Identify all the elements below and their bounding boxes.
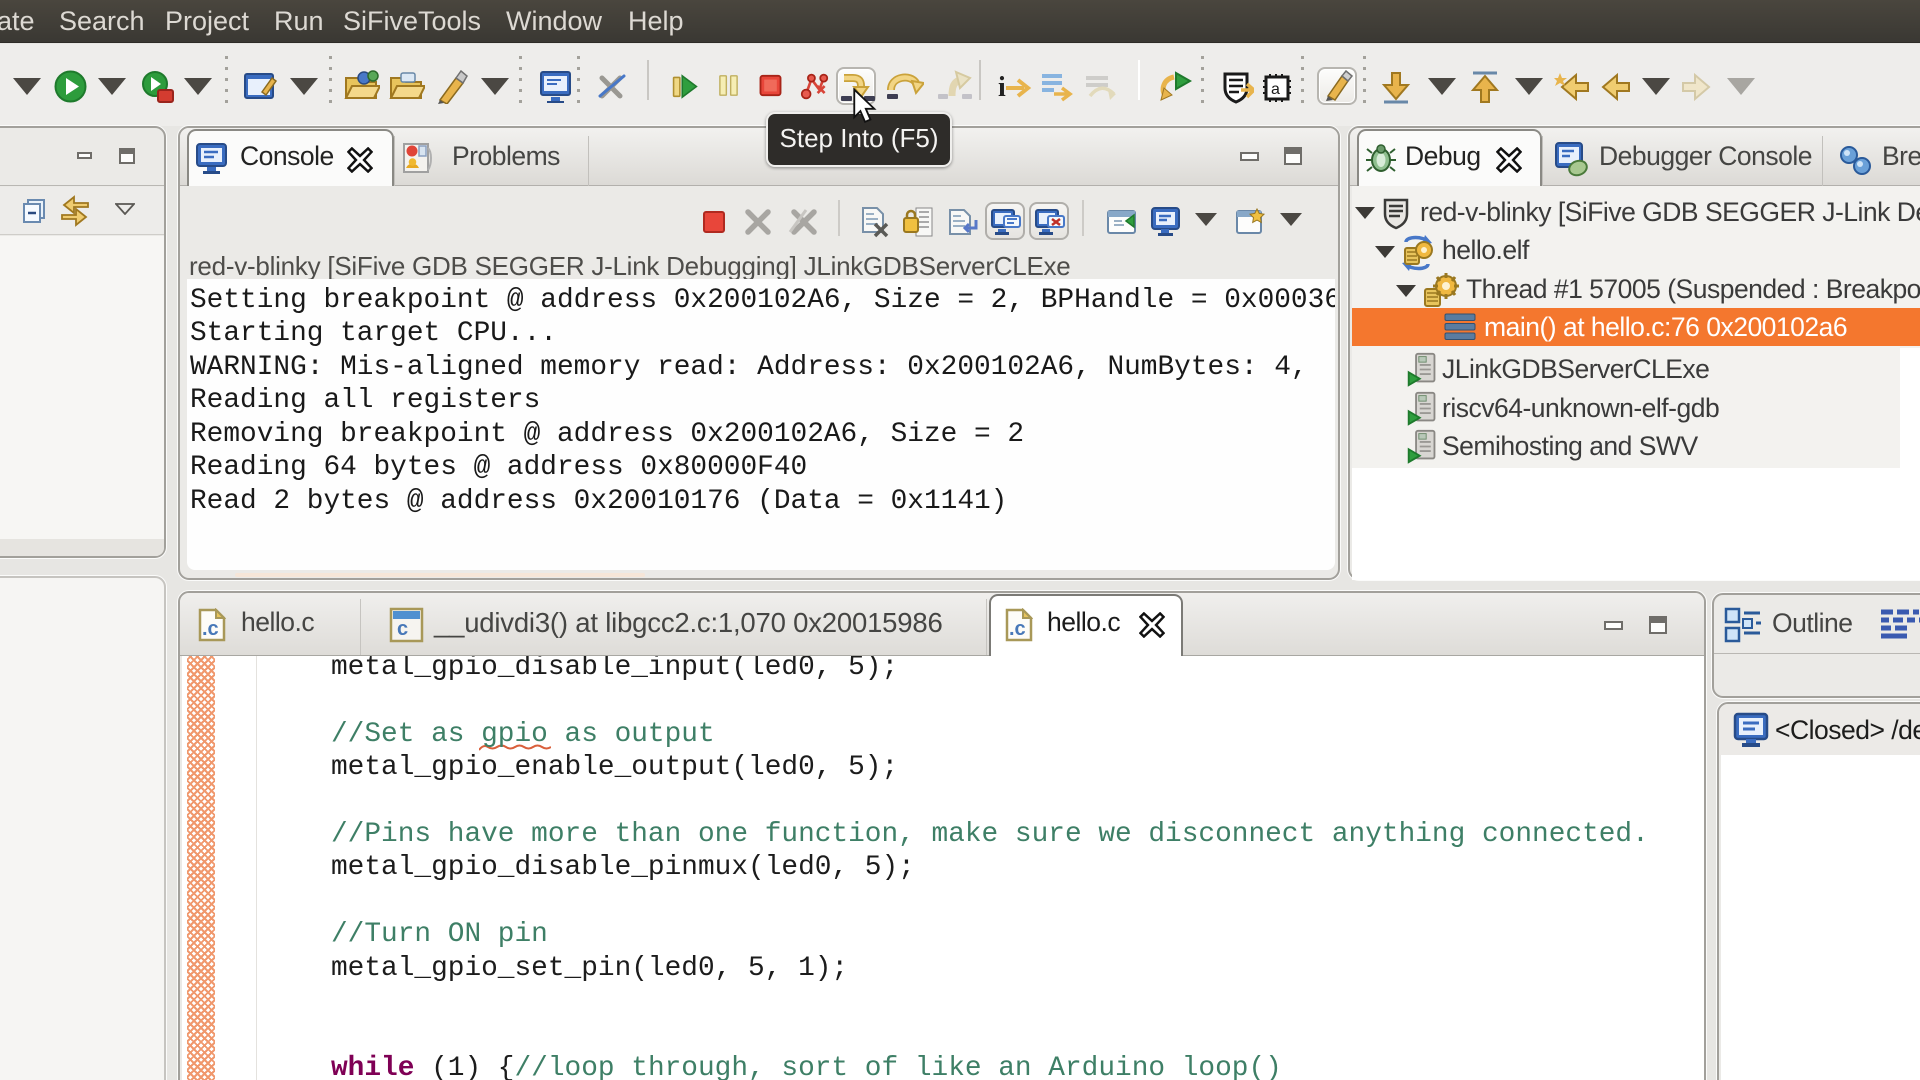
svg-text:.c: .c [1009,618,1026,640]
svg-text:i: i [998,72,1006,102]
svg-text:a: a [1271,81,1280,98]
svg-text:c: c [397,618,408,640]
svg-text:.c: .c [202,618,219,640]
